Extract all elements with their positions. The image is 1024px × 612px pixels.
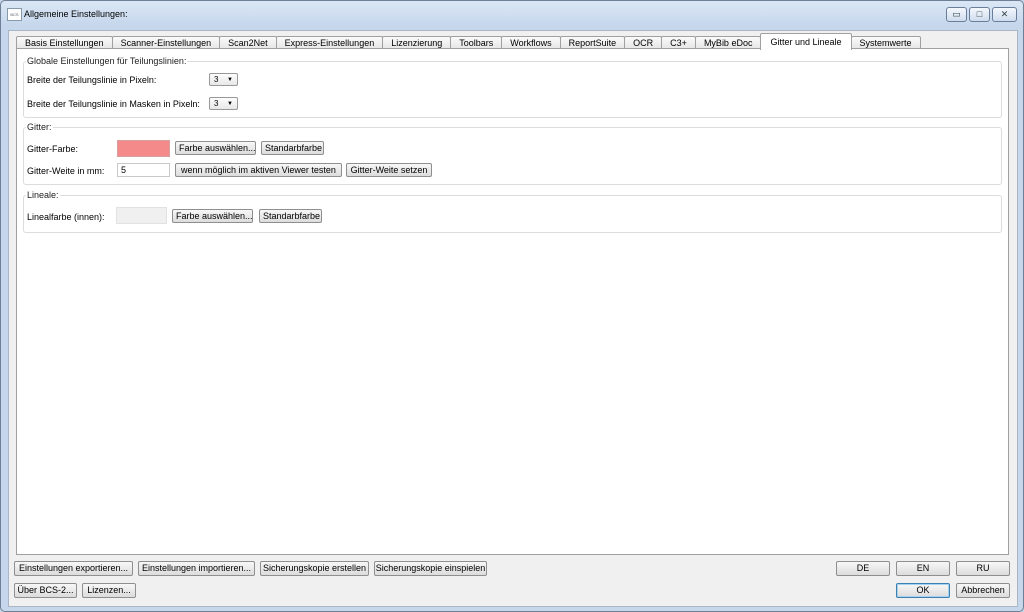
window-title: Allgemeine Einstellungen:	[24, 9, 128, 19]
maximize-icon[interactable]: □	[969, 7, 990, 22]
close-icon[interactable]: ✕	[992, 7, 1017, 22]
group-title-teilungslinien: Globale Einstellungen für Teilungslinien…	[26, 56, 188, 66]
group-teilungslinien: Globale Einstellungen für Teilungslinien…	[23, 56, 1002, 118]
chevron-down-icon: ▼	[227, 101, 233, 107]
lineal-color-swatch[interactable]	[116, 207, 167, 224]
language-ru-button[interactable]: RU	[956, 561, 1010, 576]
dialog-client-area: Basis Einstellungen Scanner-Einstellunge…	[8, 30, 1018, 607]
create-backup-button[interactable]: Sicherungskopie erstellen	[260, 561, 369, 576]
gitter-test-viewer-button[interactable]: wenn möglich im aktiven Viewer testen	[175, 163, 342, 177]
group-lineale: Lineale: Linealfarbe (innen): Farbe ausw…	[23, 190, 1002, 233]
gitter-weite-set-button[interactable]: Gitter-Weite setzen	[346, 163, 432, 177]
masken-label: Breite der Teilungslinie in Masken in Pi…	[27, 99, 200, 109]
window-controls: ▭ □ ✕	[944, 7, 1017, 22]
import-settings-button[interactable]: Einstellungen importieren...	[138, 561, 255, 576]
lineal-farbe-label: Linealfarbe (innen):	[27, 212, 105, 222]
gitter-default-color-button[interactable]: Standarbfarbe	[261, 141, 324, 155]
cancel-button[interactable]: Abbrechen	[956, 583, 1010, 598]
lineal-default-color-button[interactable]: Standarbfarbe	[259, 209, 322, 223]
breite-select-value: 3	[214, 75, 219, 84]
masken-select-value: 3	[214, 99, 219, 108]
lineal-color-choose-button[interactable]: Farbe auswählen...	[172, 209, 253, 223]
title-bar[interactable]: BCS Allgemeine Einstellungen: ▭ □ ✕	[1, 1, 1023, 27]
app-icon: BCS	[7, 8, 22, 21]
language-de-button[interactable]: DE	[836, 561, 890, 576]
restore-backup-button[interactable]: Sicherungskopie einspielen	[374, 561, 487, 576]
gitter-color-swatch[interactable]	[117, 140, 170, 157]
group-gitter: Gitter: Gitter-Farbe: Farbe auswählen...…	[23, 122, 1002, 185]
gitter-weite-input[interactable]: 5	[117, 163, 170, 177]
breite-select[interactable]: 3 ▼	[209, 73, 238, 86]
about-button[interactable]: Über BCS-2...	[14, 583, 77, 598]
minimize-icon[interactable]: ▭	[946, 7, 967, 22]
chevron-down-icon: ▼	[227, 77, 233, 83]
ok-button[interactable]: OK	[896, 583, 950, 598]
language-en-button[interactable]: EN	[896, 561, 950, 576]
settings-window: BCS Allgemeine Einstellungen: ▭ □ ✕ Basi…	[0, 0, 1024, 612]
gitter-weite-label: Gitter-Weite in mm:	[27, 166, 105, 176]
gitter-color-choose-button[interactable]: Farbe auswählen...	[175, 141, 256, 155]
breite-label: Breite der Teilungslinie in Pixeln:	[27, 75, 157, 85]
masken-select[interactable]: 3 ▼	[209, 97, 238, 110]
group-title-gitter: Gitter:	[26, 122, 53, 132]
tab-bar: Basis Einstellungen Scanner-Einstellunge…	[16, 33, 921, 50]
gitter-farbe-label: Gitter-Farbe:	[27, 144, 79, 154]
tab-panel-gitter-und-lineale: Globale Einstellungen für Teilungslinien…	[16, 48, 1009, 555]
licenses-button[interactable]: Lizenzen...	[82, 583, 136, 598]
tab-gitter-und-lineale[interactable]: Gitter und Lineale	[760, 33, 852, 50]
export-settings-button[interactable]: Einstellungen exportieren...	[14, 561, 133, 576]
group-title-lineale: Lineale:	[26, 190, 60, 200]
